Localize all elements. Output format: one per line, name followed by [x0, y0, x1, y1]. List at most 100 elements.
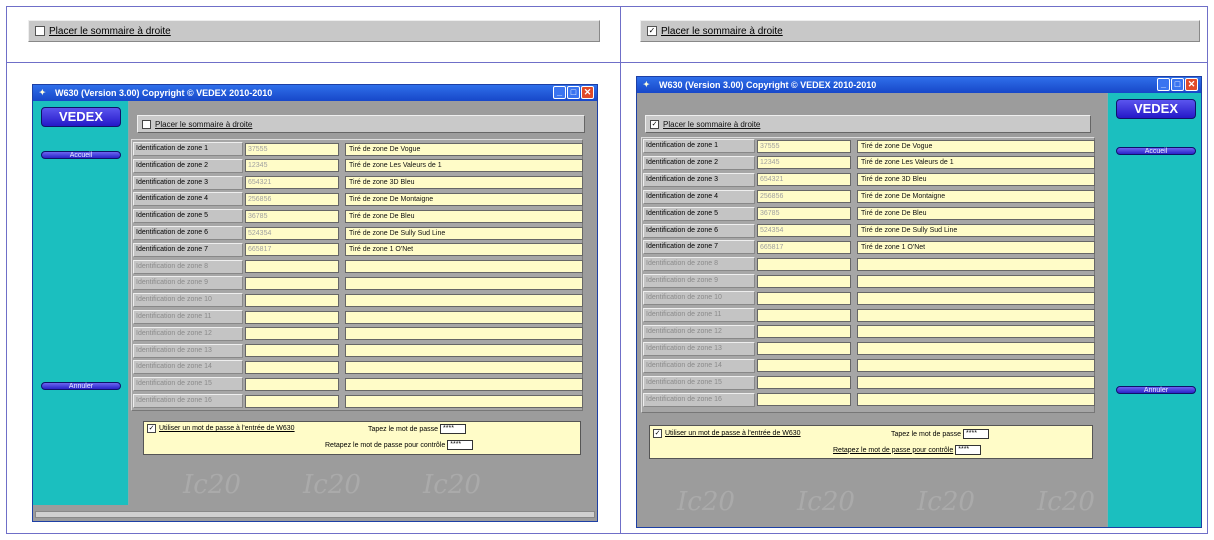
zone-code-field[interactable]	[757, 325, 851, 339]
zone-name-field[interactable]: Tiré de zone 1 O'Net	[857, 240, 1095, 254]
zone-code-field[interactable]	[757, 291, 851, 305]
left-password-checkbox[interactable]: ✓	[147, 424, 156, 433]
zone-name-field[interactable]	[345, 394, 583, 408]
left-panel-checkbox[interactable]	[142, 119, 151, 129]
zone-name-field[interactable]	[857, 257, 1095, 271]
zone-code-field[interactable]	[245, 344, 339, 358]
zone-name-field[interactable]	[857, 393, 1095, 406]
zone-code-field[interactable]: 36785	[245, 209, 339, 223]
zone-name-field[interactable]: Tiré de zone De Sully Sud Line	[345, 226, 583, 240]
zone-code-field[interactable]	[245, 310, 339, 324]
maximize-icon[interactable]: □	[1171, 78, 1184, 91]
left-title-bar[interactable]: ✦ W630 (Version 3.00) Copyright © VEDEX …	[33, 85, 597, 101]
zone-code-field[interactable]: 665817	[245, 243, 339, 257]
left-password-field[interactable]: ****	[440, 424, 467, 434]
zone-name-field[interactable]: Tiré de zone De Montaigne	[857, 190, 1095, 204]
left-password-option[interactable]: ✓ Utiliser un mot de passe à l'entrée de…	[147, 424, 295, 433]
zone-name-field[interactable]	[857, 359, 1095, 373]
zone-label: Identification de zone 11	[643, 308, 755, 322]
cancel-button[interactable]: Annuler	[41, 382, 121, 390]
zone-name-field[interactable]	[857, 376, 1095, 390]
zone-row: Identification de zone 15	[133, 377, 583, 392]
close-icon[interactable]: ✕	[1185, 78, 1198, 91]
left-toggle-checkbox[interactable]	[35, 26, 45, 36]
minimize-icon[interactable]: _	[553, 86, 566, 99]
zone-code-field[interactable]	[245, 394, 339, 408]
zone-name-field[interactable]: Tiré de zone 3D Bleu	[345, 176, 583, 190]
zone-name-field[interactable]	[345, 377, 583, 391]
home-button[interactable]: Accueil	[41, 151, 121, 159]
zone-code-field[interactable]: 12345	[757, 156, 851, 170]
right-panel-toggle-row[interactable]: ✓ Placer le sommaire à droite	[645, 115, 1091, 133]
right-password-checkbox[interactable]: ✓	[653, 429, 662, 438]
zone-code-field[interactable]: 654321	[245, 176, 339, 190]
right-title-bar[interactable]: ✦ W630 (Version 3.00) Copyright © VEDEX …	[637, 77, 1201, 93]
zone-code-field[interactable]	[757, 308, 851, 322]
zone-code-field[interactable]	[245, 260, 339, 274]
zone-code-field[interactable]	[245, 293, 339, 307]
zone-code-field[interactable]: 524354	[757, 224, 851, 237]
zone-code-field[interactable]	[245, 276, 339, 290]
zone-code-field[interactable]	[757, 342, 851, 356]
zone-name-field[interactable]	[345, 327, 583, 341]
zone-name-field[interactable]	[345, 260, 583, 274]
right-password-option[interactable]: ✓ Utiliser un mot de passe à l'entrée de…	[653, 429, 801, 438]
zone-label: Identification de zone 1	[133, 142, 243, 156]
watermark-logo: Ic20	[1037, 487, 1095, 517]
zone-name-field[interactable]	[857, 342, 1095, 356]
zone-name-field[interactable]	[345, 276, 583, 290]
zone-code-field[interactable]	[757, 359, 851, 373]
zone-code-field[interactable]: 37555	[245, 142, 339, 156]
right-sidebar-position-toggle[interactable]: ✓ Placer le sommaire à droite	[640, 20, 1200, 42]
zone-name-field[interactable]: Tiré de zone De Montaigne	[345, 192, 583, 206]
left-panel-toggle-row[interactable]: Placer le sommaire à droite	[137, 115, 585, 133]
zone-name-field[interactable]	[857, 325, 1095, 339]
cancel-button[interactable]: Annuler	[1116, 386, 1196, 394]
maximize-icon[interactable]: □	[567, 86, 580, 99]
left-sidebar-position-toggle[interactable]: Placer le sommaire à droite	[28, 20, 600, 42]
zone-code-field[interactable]	[757, 393, 851, 406]
zone-code-field[interactable]	[757, 257, 851, 271]
zone-code-field[interactable]	[757, 376, 851, 390]
zone-name-field[interactable]	[345, 310, 583, 324]
right-toggle-checkbox[interactable]: ✓	[647, 26, 657, 36]
zone-row: Identification de zone 6 524354 Tiré de zo…	[643, 223, 1095, 238]
zone-code-field[interactable]	[245, 360, 339, 374]
zone-name-field[interactable]	[345, 293, 583, 307]
zone-label: Identification de zone 15	[643, 375, 755, 390]
zone-code-field[interactable]: 665817	[757, 240, 851, 254]
left-password-confirm-field[interactable]: ****	[447, 440, 474, 450]
zone-name-field[interactable]: Tiré de zone De Bleu	[857, 207, 1095, 221]
zone-name-field[interactable]	[345, 360, 583, 374]
zone-name-field[interactable]: Tiré de zone 1 O'Net	[345, 243, 583, 257]
zone-code-field[interactable]	[245, 327, 339, 341]
minimize-icon[interactable]: _	[1157, 78, 1170, 91]
right-panel-checkbox[interactable]: ✓	[650, 119, 659, 129]
zone-code-field[interactable]	[245, 377, 339, 391]
right-password-confirm-field[interactable]: ****	[955, 445, 982, 455]
zone-name-field[interactable]	[857, 308, 1095, 322]
vedex-logo-button[interactable]: VEDEX	[41, 107, 121, 127]
zone-code-field[interactable]: 654321	[757, 173, 851, 187]
zone-name-field[interactable]	[345, 344, 583, 358]
zone-name-field[interactable]: Tiré de zone De Bleu	[345, 209, 583, 223]
zone-code-field[interactable]: 256856	[757, 190, 851, 204]
zone-code-field[interactable]: 256856	[245, 192, 339, 206]
zone-name-field[interactable]: Tiré de zone De Sully Sud Line	[857, 224, 1095, 237]
zone-name-field[interactable]	[857, 291, 1095, 305]
zone-code-field[interactable]: 37555	[757, 139, 851, 153]
zone-code-field[interactable]	[757, 274, 851, 288]
zone-name-field[interactable]: Tiré de zone 3D Bleu	[857, 173, 1095, 187]
zone-name-field[interactable]	[857, 274, 1095, 288]
zone-code-field[interactable]: 524354	[245, 226, 339, 240]
close-icon[interactable]: ✕	[581, 86, 594, 99]
zone-code-field[interactable]: 12345	[245, 159, 339, 173]
zone-name-field[interactable]: Tiré de zone Les Valeurs de 1	[857, 156, 1095, 170]
zone-name-field[interactable]: Tiré de zone De Vogue	[345, 142, 583, 156]
vedex-logo-button[interactable]: VEDEX	[1116, 99, 1196, 119]
zone-name-field[interactable]: Tiré de zone De Vogue	[857, 139, 1095, 153]
home-button[interactable]: Accueil	[1116, 147, 1196, 155]
zone-code-field[interactable]: 36785	[757, 207, 851, 221]
zone-name-field[interactable]: Tiré de zone Les Valeurs de 1	[345, 159, 583, 173]
right-password-field[interactable]: ****	[963, 429, 990, 439]
